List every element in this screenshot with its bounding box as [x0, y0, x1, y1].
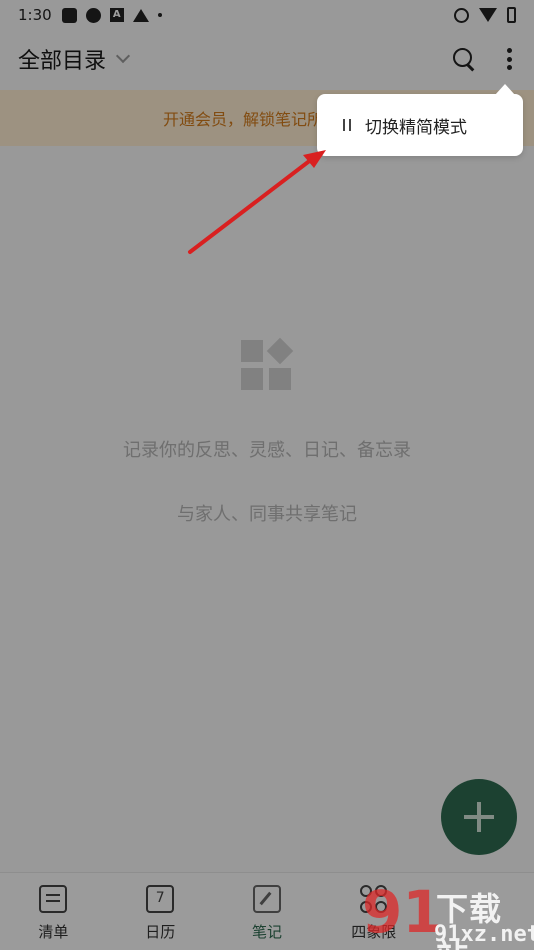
watermark-url: 91xz.net [434, 922, 534, 947]
overflow-popup-menu: 切换精简模式 [317, 84, 523, 156]
sort-icon [341, 118, 353, 132]
menu-item-simple-mode[interactable]: 切换精简模式 [365, 113, 467, 138]
watermark-logo: 91 [362, 878, 443, 946]
site-watermark: 91 下载站 91xz.net [360, 880, 534, 950]
